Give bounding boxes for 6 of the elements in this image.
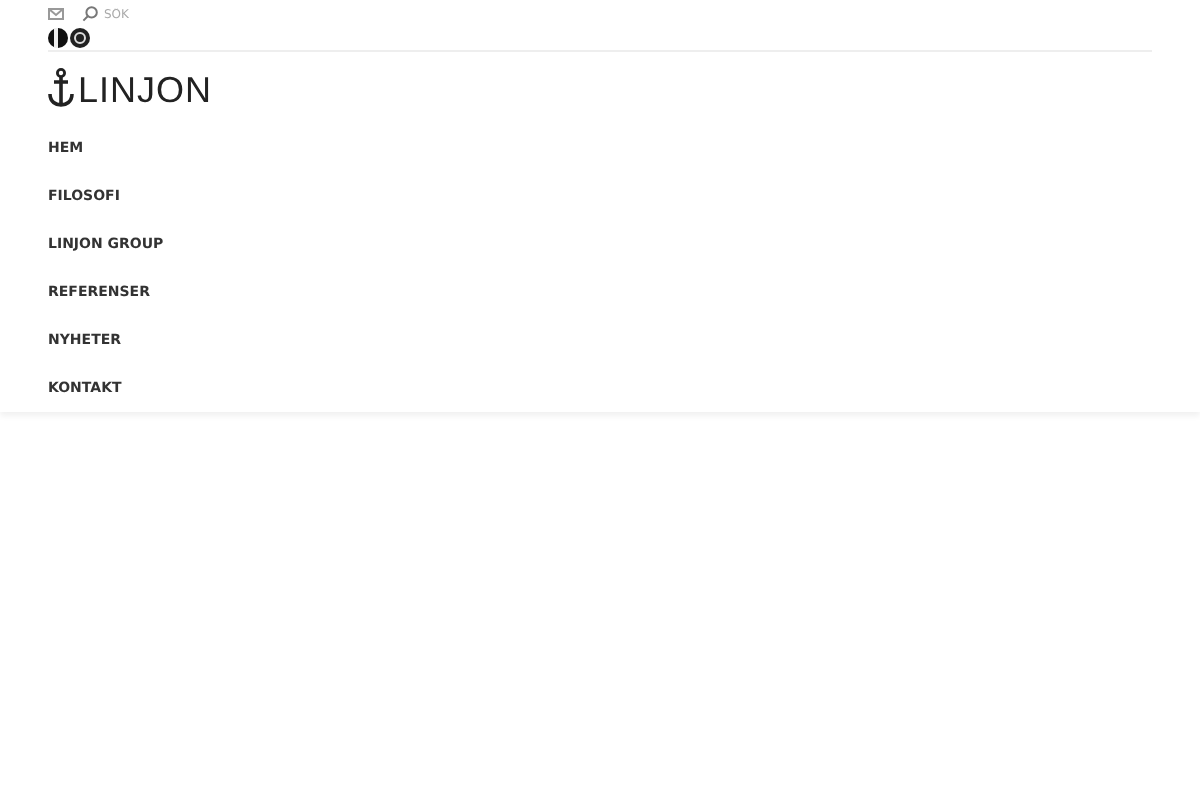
logo-text[interactable]: LINJON: [78, 74, 213, 108]
search-icon: [82, 6, 98, 22]
anchor-icon: [48, 68, 74, 108]
mail-icon[interactable]: [48, 8, 64, 20]
language-flag-icon[interactable]: [70, 28, 90, 48]
language-flag-icon[interactable]: [48, 28, 68, 48]
